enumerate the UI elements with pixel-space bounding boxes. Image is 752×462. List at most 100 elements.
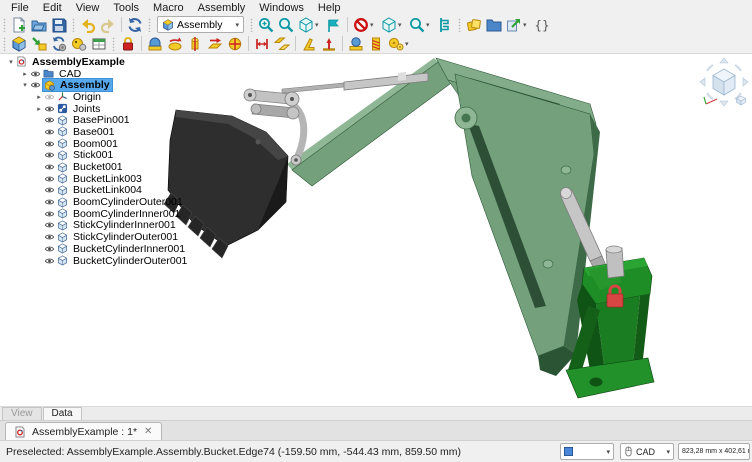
distance-joint-button[interactable] — [252, 34, 272, 54]
tree-item-boomcylinderouter001[interactable]: BoomCylinderOuter001 — [2, 196, 212, 208]
tree-item-boomcylinderinner001[interactable]: BoomCylinderInner001 — [2, 208, 212, 220]
ball-joint-button[interactable] — [225, 34, 245, 54]
visibility-eye-icon[interactable] — [44, 244, 55, 254]
tree-item-base001[interactable]: Base001 — [2, 126, 212, 138]
navigation-style-selector[interactable]: CAD — [620, 443, 674, 460]
toolbar-grip[interactable] — [2, 37, 7, 51]
part-stick[interactable] — [287, 58, 458, 186]
visibility-eye-icon[interactable] — [44, 92, 55, 102]
solve-assembly-button[interactable] — [49, 34, 69, 54]
bill-of-materials-button[interactable] — [89, 34, 109, 54]
close-icon[interactable] — [143, 426, 153, 437]
zoom-selection-button[interactable] — [276, 15, 296, 35]
gear-belt-joint-button[interactable]: ▾ — [386, 34, 414, 54]
tree-item-bucketlink004[interactable]: BucketLink004 — [2, 185, 212, 197]
angle-joint-button[interactable] — [299, 34, 319, 54]
visibility-eye-icon[interactable] — [44, 197, 55, 207]
new-file-button[interactable] — [9, 15, 29, 35]
menu-edit[interactable]: Edit — [36, 1, 69, 15]
tree-item-stick001[interactable]: Stick001 — [2, 150, 212, 162]
tree-item-bucketcylinderouter001[interactable]: BucketCylinderOuter001 — [2, 255, 212, 267]
toolbar-grip[interactable] — [457, 18, 462, 32]
visibility-eye-icon[interactable] — [44, 232, 55, 242]
draw-style-selector[interactable] — [560, 443, 614, 460]
fit-all-button[interactable] — [256, 15, 276, 35]
insert-component-button[interactable] — [29, 34, 49, 54]
visibility-eye-icon[interactable] — [44, 220, 55, 230]
visibility-eye-icon[interactable] — [30, 69, 41, 79]
axonometric-view-button[interactable]: ▾ — [296, 15, 324, 35]
menu-macro[interactable]: Macro — [146, 1, 191, 15]
workbench-selector[interactable]: Assembly ▾ — [157, 16, 244, 33]
toolbar-grip[interactable] — [111, 37, 116, 51]
appearance-button[interactable] — [464, 15, 484, 35]
visibility-eye-icon[interactable] — [44, 209, 55, 219]
menu-assembly[interactable]: Assembly — [191, 1, 253, 15]
screw-joint-button[interactable] — [366, 34, 386, 54]
create-assembly-button[interactable] — [9, 34, 29, 54]
measure-button[interactable] — [435, 15, 455, 35]
tree-item-stickcylinderouter001[interactable]: StickCylinderOuter001 — [2, 231, 212, 243]
tree-item-cad[interactable]: CAD — [2, 68, 212, 80]
slider-joint-button[interactable] — [205, 34, 225, 54]
menu-windows[interactable]: Windows — [252, 1, 311, 15]
visibility-button[interactable]: ▾ — [379, 15, 407, 35]
align-view-button[interactable] — [324, 15, 344, 35]
expander-icon[interactable] — [6, 58, 16, 66]
open-file-button[interactable] — [29, 15, 49, 35]
tree-item-bucketlink003[interactable]: BucketLink003 — [2, 173, 212, 185]
navigation-cube[interactable] — [700, 58, 748, 106]
view-dimensions-selector[interactable]: 823,28 mm x 402,61 mm — [678, 443, 750, 460]
tree-item-stickcylinderinner001[interactable]: StickCylinderInner001 — [2, 220, 212, 232]
menu-help[interactable]: Help — [311, 1, 348, 15]
menu-file[interactable]: File — [4, 1, 36, 15]
menu-view[interactable]: View — [69, 1, 107, 15]
cylindrical-joint-button[interactable] — [185, 34, 205, 54]
visibility-eye-icon[interactable] — [44, 174, 55, 184]
tree-item-basepin001[interactable]: BasePin001 — [2, 114, 212, 126]
expression-button[interactable] — [532, 15, 552, 35]
export-button[interactable]: ▾ — [504, 15, 532, 35]
draw-style-button[interactable]: ▾ — [351, 15, 379, 35]
tab-view[interactable]: View — [2, 407, 42, 420]
undo-button[interactable] — [78, 15, 98, 35]
document-tab[interactable]: AssemblyExample : 1* — [5, 422, 162, 440]
save-button[interactable] — [49, 15, 69, 35]
visibility-eye-icon[interactable] — [30, 80, 41, 90]
expander-icon[interactable] — [34, 105, 44, 113]
visibility-eye-icon[interactable] — [44, 150, 55, 160]
parallel-joint-button[interactable] — [272, 34, 292, 54]
group-folder-button[interactable] — [484, 15, 504, 35]
refresh-button[interactable] — [125, 15, 145, 35]
simulation-button[interactable] — [69, 34, 89, 54]
redo-button[interactable] — [98, 15, 118, 35]
toolbar-grip[interactable] — [2, 18, 7, 32]
expander-icon[interactable] — [20, 70, 30, 78]
visibility-eye-icon[interactable] — [44, 104, 55, 114]
visibility-eye-icon[interactable] — [44, 139, 55, 149]
tab-data[interactable]: Data — [43, 407, 82, 420]
tree-item-assembly[interactable]: Assembly — [2, 79, 212, 91]
expander-icon[interactable] — [34, 93, 44, 101]
toolbar-grip[interactable] — [147, 18, 152, 32]
toggle-grounded-button[interactable] — [118, 34, 138, 54]
tree-item-bucket001[interactable]: Bucket001 — [2, 161, 212, 173]
tree-item-boom001[interactable]: Boom001 — [2, 138, 212, 150]
zoom-tools-button[interactable]: ▾ — [407, 15, 435, 35]
visibility-eye-icon[interactable] — [44, 256, 55, 266]
rack-pinion-joint-button[interactable] — [346, 34, 366, 54]
3d-viewport[interactable]: AssemblyExample CAD Assembly Or — [0, 54, 752, 406]
tree-item-origin[interactable]: Origin — [2, 91, 212, 103]
visibility-eye-icon[interactable] — [44, 185, 55, 195]
toolbar-grip[interactable] — [249, 18, 254, 32]
visibility-eye-icon[interactable] — [44, 115, 55, 125]
toolbar-grip[interactable] — [71, 18, 76, 32]
fixed-joint-button[interactable] — [145, 34, 165, 54]
revolute-joint-button[interactable] — [165, 34, 185, 54]
tree-item-joints[interactable]: Joints — [2, 103, 212, 115]
visibility-eye-icon[interactable] — [44, 162, 55, 172]
perpendicular-joint-button[interactable] — [319, 34, 339, 54]
tree-item-bucketcylinderinner001[interactable]: BucketCylinderInner001 — [2, 243, 212, 255]
visibility-eye-icon[interactable] — [44, 127, 55, 137]
expander-icon[interactable] — [20, 81, 30, 89]
